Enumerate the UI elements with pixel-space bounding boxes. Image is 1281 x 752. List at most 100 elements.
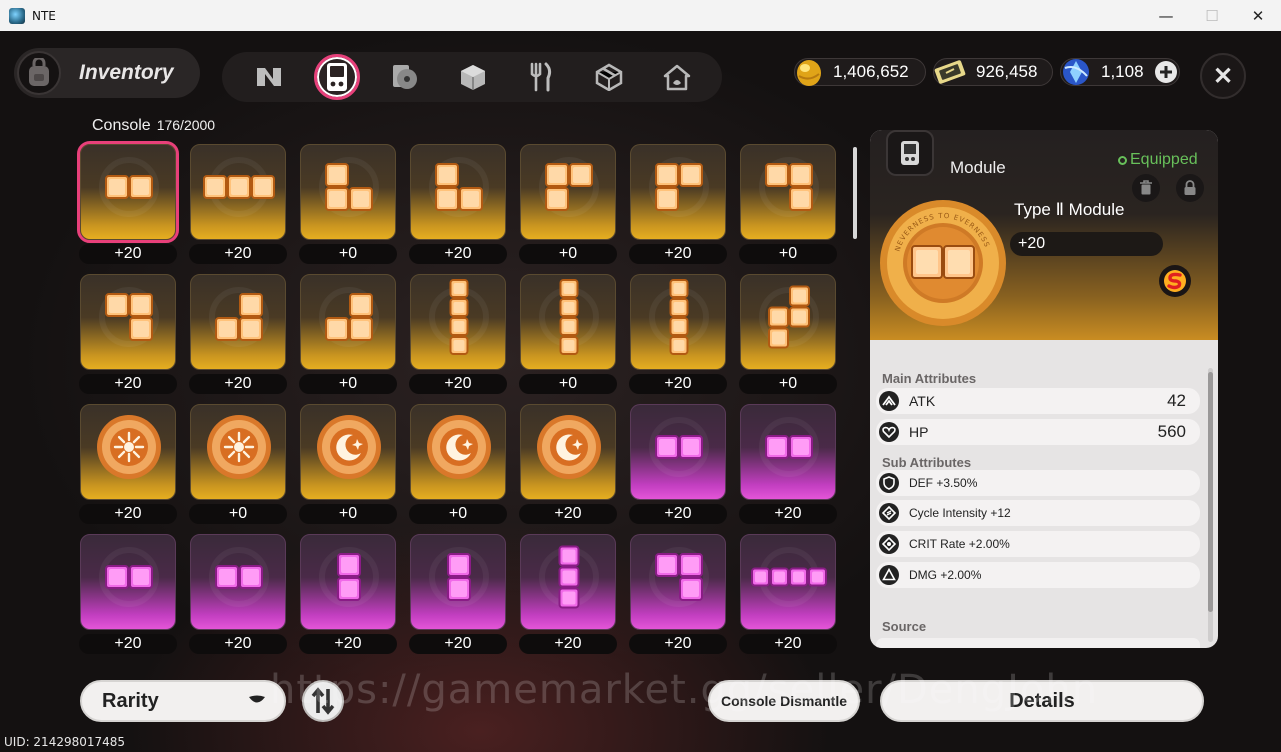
module-piece-icon	[655, 553, 703, 601]
sort-order-button[interactable]	[302, 680, 344, 722]
inventory-item-card[interactable]	[300, 534, 396, 630]
module-piece-icon	[215, 293, 263, 341]
module-coin-icon	[537, 415, 601, 479]
def-icon	[879, 473, 899, 493]
inventory-item-card[interactable]	[190, 534, 286, 630]
console-dismantle-button[interactable]: Console Dismantle	[708, 680, 860, 722]
inventory-item-card[interactable]	[80, 274, 176, 370]
tab-food[interactable]	[518, 54, 564, 100]
inventory-item-card[interactable]	[740, 534, 836, 630]
module-piece-icon	[669, 279, 689, 355]
module-coin-icon	[97, 415, 161, 479]
details-category: Module	[950, 158, 1006, 177]
window-titlebar: NTE — ☐ ✕	[0, 0, 1281, 31]
dismantle-item-button[interactable]	[1132, 174, 1160, 202]
item-level-label: +20	[409, 634, 507, 654]
details-scroll-thumb[interactable]	[1208, 372, 1213, 612]
inventory-item-card[interactable]	[410, 534, 506, 630]
equipped-dot-icon	[1118, 155, 1127, 165]
inventory-item-card[interactable]	[520, 404, 616, 500]
item-level-label: +20	[629, 374, 727, 394]
window-close-button[interactable]: ✕	[1235, 0, 1281, 31]
inventory-item-card[interactable]	[190, 144, 286, 240]
close-inventory-button[interactable]: ✕	[1200, 53, 1246, 99]
item-level-label: +0	[519, 244, 617, 264]
inventory-item-card[interactable]	[80, 404, 176, 500]
maximize-button[interactable]: ☐	[1189, 0, 1235, 31]
inventory-item-card[interactable]	[630, 274, 726, 370]
tab-console[interactable]	[314, 54, 360, 100]
inventory-item-card[interactable]	[410, 144, 506, 240]
module-piece-icon	[765, 435, 813, 459]
grid-scrollbar[interactable]	[852, 139, 858, 659]
inventory-item-card[interactable]	[740, 274, 836, 370]
details-button[interactable]: Details	[880, 680, 1204, 722]
item-level-label: +20	[189, 374, 287, 394]
inventory-item-card[interactable]	[300, 274, 396, 370]
equipped-status: Equipped	[1118, 151, 1198, 169]
inventory-item-card[interactable]	[410, 274, 506, 370]
item-level-label: +20	[519, 504, 617, 524]
minimize-button[interactable]: —	[1143, 0, 1189, 31]
def-label: DEF +3.50%	[909, 476, 978, 490]
inventory-item-card[interactable]	[520, 534, 616, 630]
item-level-label: +20	[739, 504, 837, 524]
main-attributes-title: Main Attributes	[882, 371, 977, 386]
add-currency-icon[interactable]	[1154, 60, 1178, 84]
inventory-item-card[interactable]	[410, 404, 506, 500]
inventory-item-card[interactable]	[520, 144, 616, 240]
inventory-item-card[interactable]	[190, 404, 286, 500]
tab-n-logo[interactable]	[246, 54, 292, 100]
item-level-label: +20	[739, 634, 837, 654]
window-title: NTE	[32, 8, 56, 23]
gold-egg-icon	[797, 60, 821, 86]
disc-icon	[393, 65, 417, 89]
equipped-label: Equipped	[1130, 151, 1198, 168]
details-header: Module Equipped NEVERNESS TO EVERNESS Ty…	[870, 130, 1218, 340]
grid-scroll-thumb[interactable]	[853, 147, 857, 239]
inventory-item-card[interactable]	[77, 141, 179, 243]
inventory-item-card[interactable]	[740, 144, 836, 240]
inventory-item-card[interactable]	[300, 404, 396, 500]
module-piece-icon	[203, 175, 275, 199]
inventory-item-card[interactable]	[630, 144, 726, 240]
blue-crystal-icon	[1063, 59, 1089, 85]
attr-row-def: DEF +3.50%	[876, 470, 1200, 496]
cube-icon	[461, 65, 485, 90]
module-piece-icon	[105, 293, 153, 341]
inventory-header: Inventory	[14, 48, 200, 98]
item-level-label: +20	[629, 634, 727, 654]
module-piece-icon	[559, 279, 579, 355]
package-icon	[595, 63, 623, 91]
module-piece-icon	[449, 279, 469, 355]
tab-home[interactable]	[654, 54, 700, 100]
inventory-item-card[interactable]	[80, 534, 176, 630]
inventory-item-card[interactable]	[190, 274, 286, 370]
module-medal-image: NEVERNESS TO EVERNESS	[880, 200, 1006, 326]
module-piece-icon	[325, 163, 373, 211]
source-row	[876, 638, 1200, 648]
tab-package[interactable]	[586, 54, 632, 100]
item-level-label: +20	[79, 374, 177, 394]
inventory-item-card[interactable]	[520, 274, 616, 370]
inventory-item-card[interactable]	[630, 404, 726, 500]
backpack-icon	[17, 51, 61, 95]
item-level-label: +0	[299, 244, 397, 264]
inventory-item-card[interactable]	[630, 534, 726, 630]
home-icon	[663, 64, 691, 91]
rarity-sort-dropdown[interactable]: Rarity	[80, 680, 286, 722]
hp-value: 560	[1157, 422, 1186, 441]
item-level-label: +0	[739, 374, 837, 394]
tab-disc[interactable]	[382, 54, 428, 100]
item-level-label: +20	[629, 504, 727, 524]
details-button-label: Details	[1009, 689, 1075, 712]
item-level-label: +20	[79, 244, 177, 264]
module-piece-icon	[655, 163, 703, 211]
lock-item-button[interactable]	[1176, 174, 1204, 202]
inventory-item-card[interactable]	[300, 144, 396, 240]
tab-cube[interactable]	[450, 54, 496, 100]
details-scrollbar[interactable]	[1208, 368, 1213, 642]
module-piece-icon	[215, 565, 263, 589]
dmg-icon	[879, 565, 899, 585]
inventory-item-card[interactable]	[740, 404, 836, 500]
